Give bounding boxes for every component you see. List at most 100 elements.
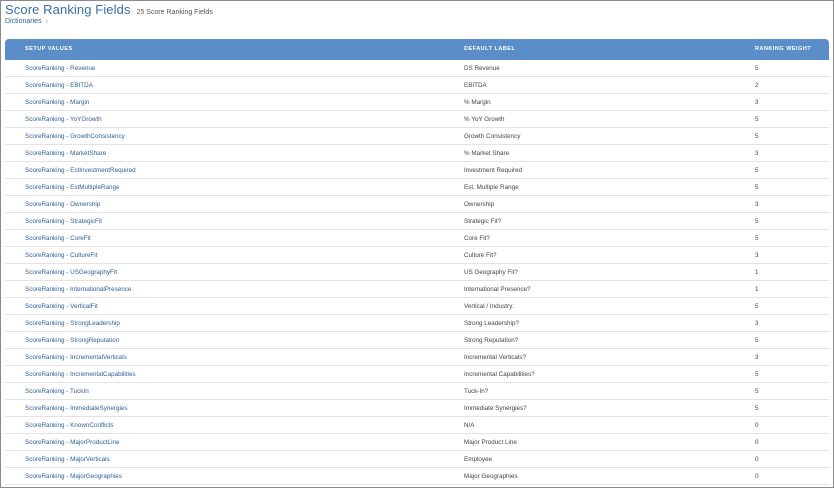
table-row[interactable]: ScoreRanking - Ownership Ownership 3 [5,196,829,213]
default-label: N/A [464,421,475,429]
setup-value-link[interactable]: ScoreRanking - StrategicFit [25,218,102,225]
setup-value-link[interactable]: ScoreRanking - EstInvestmentRequired [25,167,136,174]
table-row[interactable]: ScoreRanking - VerticalFit Vertical / Ind… [5,298,829,315]
table-row[interactable]: ScoreRanking - IncrementalCapabilities In… [5,366,829,383]
default-label: % Market Share [464,149,510,157]
setup-value-link[interactable]: ScoreRanking - KnownConflicts [25,422,114,429]
setup-value-link[interactable]: ScoreRanking - USGeographyFit [25,269,117,276]
setup-value-link[interactable]: ScoreRanking - StrongLeadership [25,320,120,327]
table-row[interactable]: ScoreRanking - EstMultipleRange Est. Mult… [5,179,829,196]
ranking-weight: 0 [755,421,759,429]
ranking-weight: 5 [755,302,759,310]
page-header: Score Ranking Fields 25 Score Ranking Fi… [5,2,213,36]
table-row[interactable]: ScoreRanking - TuckIn Tuck-In? 5 [5,383,829,400]
ranking-weight: 1 [755,268,759,276]
table-row[interactable]: ScoreRanking - MajorVerticals Employee 0 [5,451,829,468]
ranking-weight: 3 [755,98,759,106]
setup-value-link[interactable]: ScoreRanking - CoreFit [25,235,91,242]
default-label: % Margin [464,98,491,106]
ranking-weight: 5 [755,183,759,191]
setup-value-link[interactable]: ScoreRanking - InternationalPresence [25,286,131,293]
ranking-weight: 0 [755,438,759,446]
default-label: Ownership [464,200,495,208]
table-row[interactable]: ScoreRanking - InternationalPresence Inte… [5,281,829,298]
default-label: International Presence? [464,285,531,293]
column-header-default-label[interactable]: DEFAULT LABEL [464,46,515,52]
ranking-weight: 5 [755,404,759,412]
ranking-weight: 5 [755,132,759,140]
table-row[interactable]: ScoreRanking - CultureFit Culture Fit? 3 [5,247,829,264]
ranking-weight: 5 [755,217,759,225]
record-count: 25 Score Ranking Fields [136,9,213,16]
ranking-weight: 5 [755,115,759,123]
ranking-weight: 3 [755,353,759,361]
setup-value-link[interactable]: ScoreRanking - ImmediateSynergies [25,405,128,412]
default-label: % YoY Growth [464,115,505,123]
table-row[interactable]: ScoreRanking - StrategicFit Strategic Fit… [5,213,829,230]
default-label: Culture Fit? [464,251,497,259]
ranking-weight: 0 [755,455,759,463]
table-row[interactable]: ScoreRanking - EBITDA EBITDA 2 [5,77,829,94]
setup-value-link[interactable]: ScoreRanking - StrongReputation [25,337,119,344]
column-header-ranking-weight[interactable]: RANKING WEIGHT [755,46,811,52]
setup-value-link[interactable]: ScoreRanking - Ownership [25,201,100,208]
default-label: Immediate Synergies? [464,404,527,412]
table-row[interactable]: ScoreRanking - IncrementalVerticals Incre… [5,349,829,366]
ranking-weight: 5 [755,64,759,72]
ranking-weight: 3 [755,319,759,327]
table-row[interactable]: ScoreRanking - GrowthConsistency Growth C… [5,128,829,145]
table-header: SETUP VALUES DEFAULT LABEL RANKING WEIGH… [5,39,829,60]
default-label: Incremental Verticals? [464,353,526,361]
table-row[interactable]: ScoreRanking - Revenue DS Revenue 5 [5,60,829,77]
ranking-weight: 2 [755,81,759,89]
default-label: Investment Required [464,166,523,174]
ranking-weight: 5 [755,166,759,174]
table-row[interactable]: ScoreRanking - YoYGrowth % YoY Growth 5 [5,111,829,128]
table-row[interactable]: ScoreRanking - MajorProductLine Major Pro… [5,434,829,451]
table-row[interactable]: ScoreRanking - MajorGeographies Major Geo… [5,468,829,485]
default-label: DS Revenue [464,64,500,72]
default-label: Strong Leadership? [464,319,519,327]
setup-value-link[interactable]: ScoreRanking - MajorProductLine [25,439,120,446]
setup-value-link[interactable]: ScoreRanking - MarketShare [25,150,106,157]
ranking-weight: 5 [755,234,759,242]
setup-value-link[interactable]: ScoreRanking - MajorVerticals [25,456,110,463]
default-label: Growth Consistency [464,132,521,140]
setup-value-link[interactable]: ScoreRanking - IncrementalVerticals [25,354,127,361]
default-label: Strong Reputation? [464,336,519,344]
breadcrumb-dictionaries[interactable]: Dictionaries [5,18,42,25]
table-row[interactable]: ScoreRanking - CoreFit Core Fit? 5 [5,230,829,247]
setup-value-link[interactable]: ScoreRanking - CultureFit [25,252,97,259]
ranking-weight: 5 [755,387,759,395]
setup-value-link[interactable]: ScoreRanking - Margin [25,99,89,106]
table-row[interactable]: ScoreRanking - StrongReputation Strong Re… [5,332,829,349]
setup-value-link[interactable]: ScoreRanking - Revenue [25,65,95,72]
default-label: Est. Multiple Range [464,183,519,191]
breadcrumb: Dictionaries › [5,18,213,25]
setup-value-link[interactable]: ScoreRanking - VerticalFit [25,303,98,310]
ranking-weight: 1 [755,285,759,293]
setup-value-link[interactable]: ScoreRanking - YoYGrowth [25,116,102,123]
score-ranking-table: SETUP VALUES DEFAULT LABEL RANKING WEIGH… [5,39,829,485]
setup-value-link[interactable]: ScoreRanking - EstMultipleRange [25,184,120,191]
table-row[interactable]: ScoreRanking - MarketShare % Market Share… [5,145,829,162]
table-row[interactable]: ScoreRanking - USGeographyFit US Geograph… [5,264,829,281]
setup-value-link[interactable]: ScoreRanking - TuckIn [25,388,89,395]
column-header-setup-values[interactable]: SETUP VALUES [25,46,73,52]
table-body: ScoreRanking - Revenue DS Revenue 5 ScoreRa… [5,60,829,485]
setup-value-link[interactable]: ScoreRanking - EBITDA [25,82,93,89]
table-row[interactable]: ScoreRanking - EstInvestmentRequired Inve… [5,162,829,179]
default-label: Incremental Capabilities? [464,370,535,378]
default-label: Major Product Line [464,438,517,446]
chevron-right-icon: › [45,18,48,25]
setup-value-link[interactable]: ScoreRanking - IncrementalCapabilities [25,371,136,378]
page-title: Score Ranking Fields [5,2,131,17]
table-row[interactable]: ScoreRanking - Margin % Margin 3 [5,94,829,111]
table-row[interactable]: ScoreRanking - ImmediateSynergies Immedia… [5,400,829,417]
setup-value-link[interactable]: ScoreRanking - MajorGeographies [25,473,122,480]
table-row[interactable]: ScoreRanking - KnownConflicts N/A 0 [5,417,829,434]
title-row: Score Ranking Fields 25 Score Ranking Fi… [5,2,213,17]
table-row[interactable]: ScoreRanking - StrongLeadership Strong Le… [5,315,829,332]
setup-value-link[interactable]: ScoreRanking - GrowthConsistency [25,133,125,140]
default-label: US Geography Fit? [464,268,518,276]
